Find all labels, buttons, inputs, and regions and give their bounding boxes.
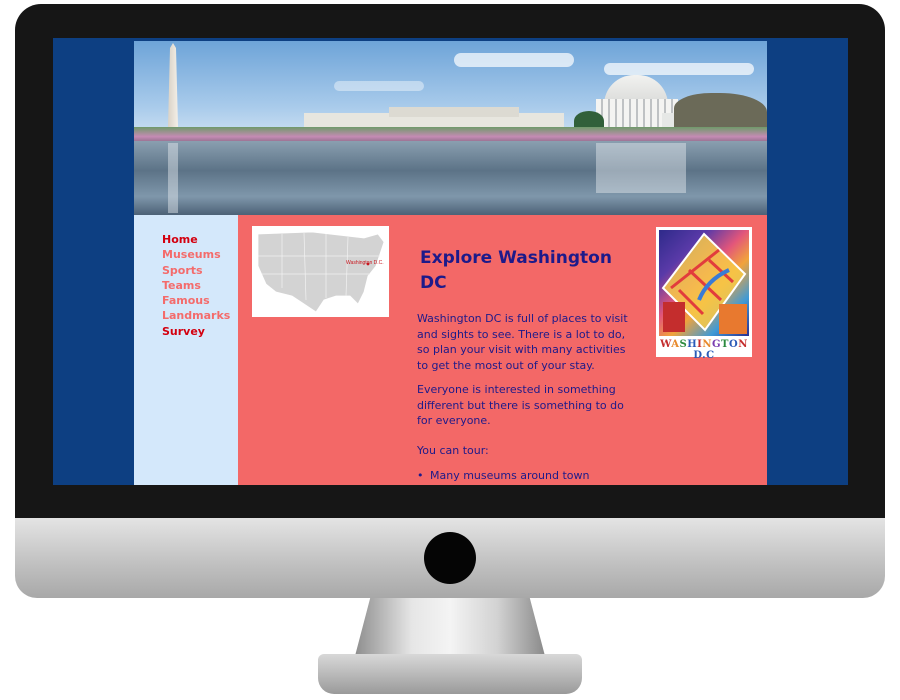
poster-title-part: D.C [693,350,715,361]
second-paragraph: Everyone is interested in something diff… [417,383,624,428]
washington-monument [168,43,178,127]
dc-map-poster: WASHINGTON D.C [656,227,752,361]
nav-museums-link[interactable]: Museums [162,247,230,262]
web-page: Home Museums Sports Teams Famous Landmar… [134,41,767,485]
tour-heading: You can tour: [417,444,489,457]
poster-art [659,230,749,336]
monitor-stand-neck [355,598,545,656]
poster-title-part: T [721,339,729,350]
trees [674,93,767,131]
memorial-reflection [596,143,686,193]
usa-map-image: Washington D.C. [252,226,389,317]
nav-survey-link[interactable]: Survey [162,324,230,339]
monitor-stand-base [318,654,582,694]
distant-buildings [389,107,519,117]
sidebar-nav: Home Museums Sports Teams Famous Landmar… [162,232,230,339]
poster-map-shape [661,232,747,334]
poster-title-part: N [738,339,748,350]
monument-reflection [168,143,178,213]
monitor-logo-circle [424,532,476,584]
nav-sports-link[interactable]: Sports [162,263,230,278]
poster-title-part: O [729,339,739,350]
banner-image [134,41,767,215]
sidebar: Home Museums Sports Teams Famous Landmar… [134,215,238,485]
nav-famous-link[interactable]: Famous [162,293,230,308]
poster-title-part: N [702,339,712,350]
poster-title: WASHINGTON D.C [656,339,752,361]
map-dc-label: Washington D.C. [346,260,384,266]
cloud [604,63,754,75]
poster-title-part: G [712,339,722,350]
page-title: Explore Washington DC [420,248,612,293]
cloud [334,81,424,91]
cloud [454,53,574,67]
usa-map-shape [257,231,385,313]
list-item: Many museums around town [417,469,589,482]
monitor-screen: Home Museums Sports Teams Famous Landmar… [53,38,848,485]
intro-paragraph: Washington DC is full of places to visit… [417,312,628,372]
poster-title-part: H [687,339,698,350]
poster-title-part: W [660,339,672,350]
nav-landmarks-link[interactable]: Landmarks [162,308,230,323]
nav-teams-link[interactable]: Teams [162,278,230,293]
nav-home-link[interactable]: Home [162,232,230,247]
